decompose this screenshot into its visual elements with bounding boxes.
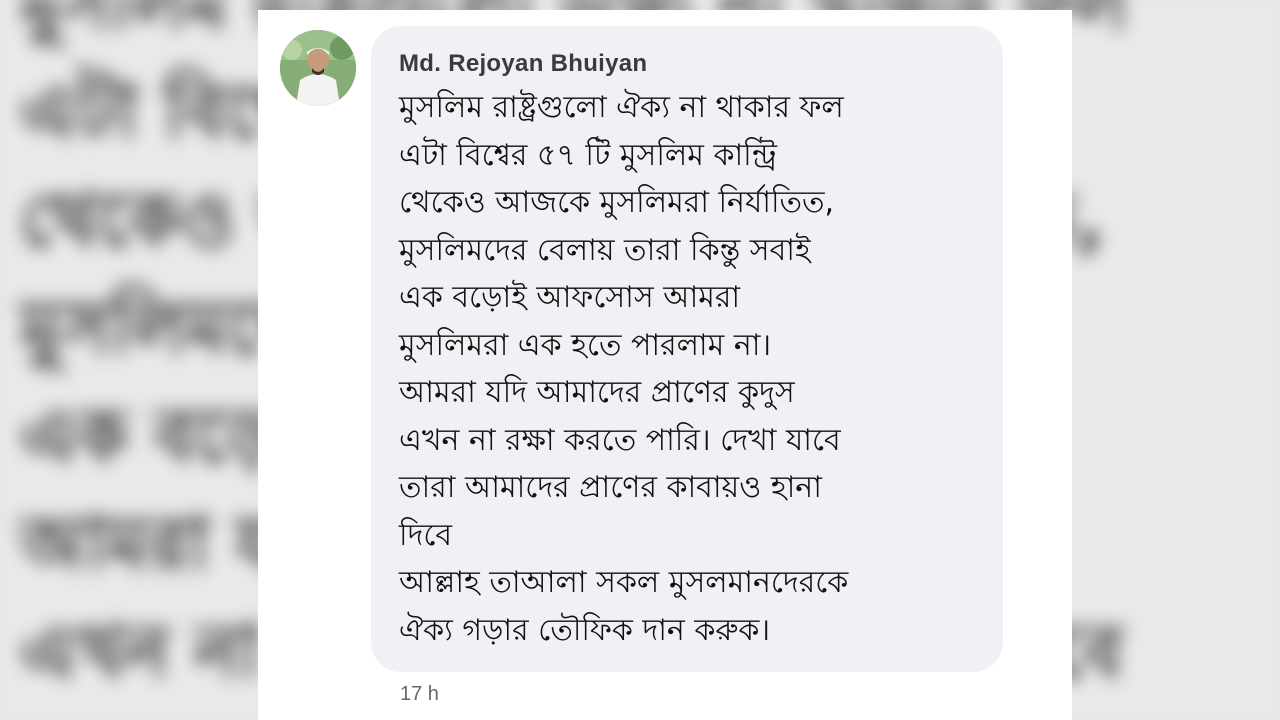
comment-line: এক বড়োই আফসোস আমরা [399,280,741,315]
comment-line: মুসলিম রাষ্ট্রগুলো ঐক্য না থাকার ফল [399,90,844,125]
comment-line: এখন না রক্ষা করতে পারি। দেখা যাবে [399,422,841,458]
comment-line: দিবে [399,517,453,553]
comment-author-name[interactable]: Md. Rejoyan Bhuiyan [399,50,647,78]
comment-line: আমরা যদি আমাদের প্রাণের কুদুস [399,375,795,410]
comment-line: মুসলিমরা এক হতে পারলাম না। [399,327,772,363]
comment-panel: Md. Rejoyan Bhuiyan মুসলিম রাষ্ট্রগুলো ঐ… [258,10,1072,720]
comment-line: আল্লাহ তাআলা সকল মুসলমানদেরকে [399,565,849,600]
comment-line: ঐক্য গড়ার তৌফিক দান করুক। [399,612,771,648]
comment-bubble: Md. Rejoyan Bhuiyan মুসলিম রাষ্ট্রগুলো ঐ… [371,26,1003,672]
comment-timestamp[interactable]: 17 h [400,683,439,706]
comment-line: মুসলিমদের বেলায় তারা কিন্তু সবাই [399,232,811,268]
comment-line: তারা আমাদের প্রাণের কাবায়ও হানা [399,470,822,505]
comment-body: মুসলিম রাষ্ট্রগুলো ঐক্য না থাকার ফল এটা … [399,84,999,654]
screenshot-stage: মুসলিম রাষ্ট্রগুলো ঐক্য না থাকার ফল এটা … [0,0,1280,720]
avatar[interactable] [280,30,356,106]
comment-line: এটা বিশ্বের ৫৭ টি মুসলিম কান্ট্রি [399,137,777,173]
avatar-photo-icon [280,30,356,106]
comment-line: থেকেও আজকে মুসলিমরা নির্যাতিত, [399,185,835,220]
